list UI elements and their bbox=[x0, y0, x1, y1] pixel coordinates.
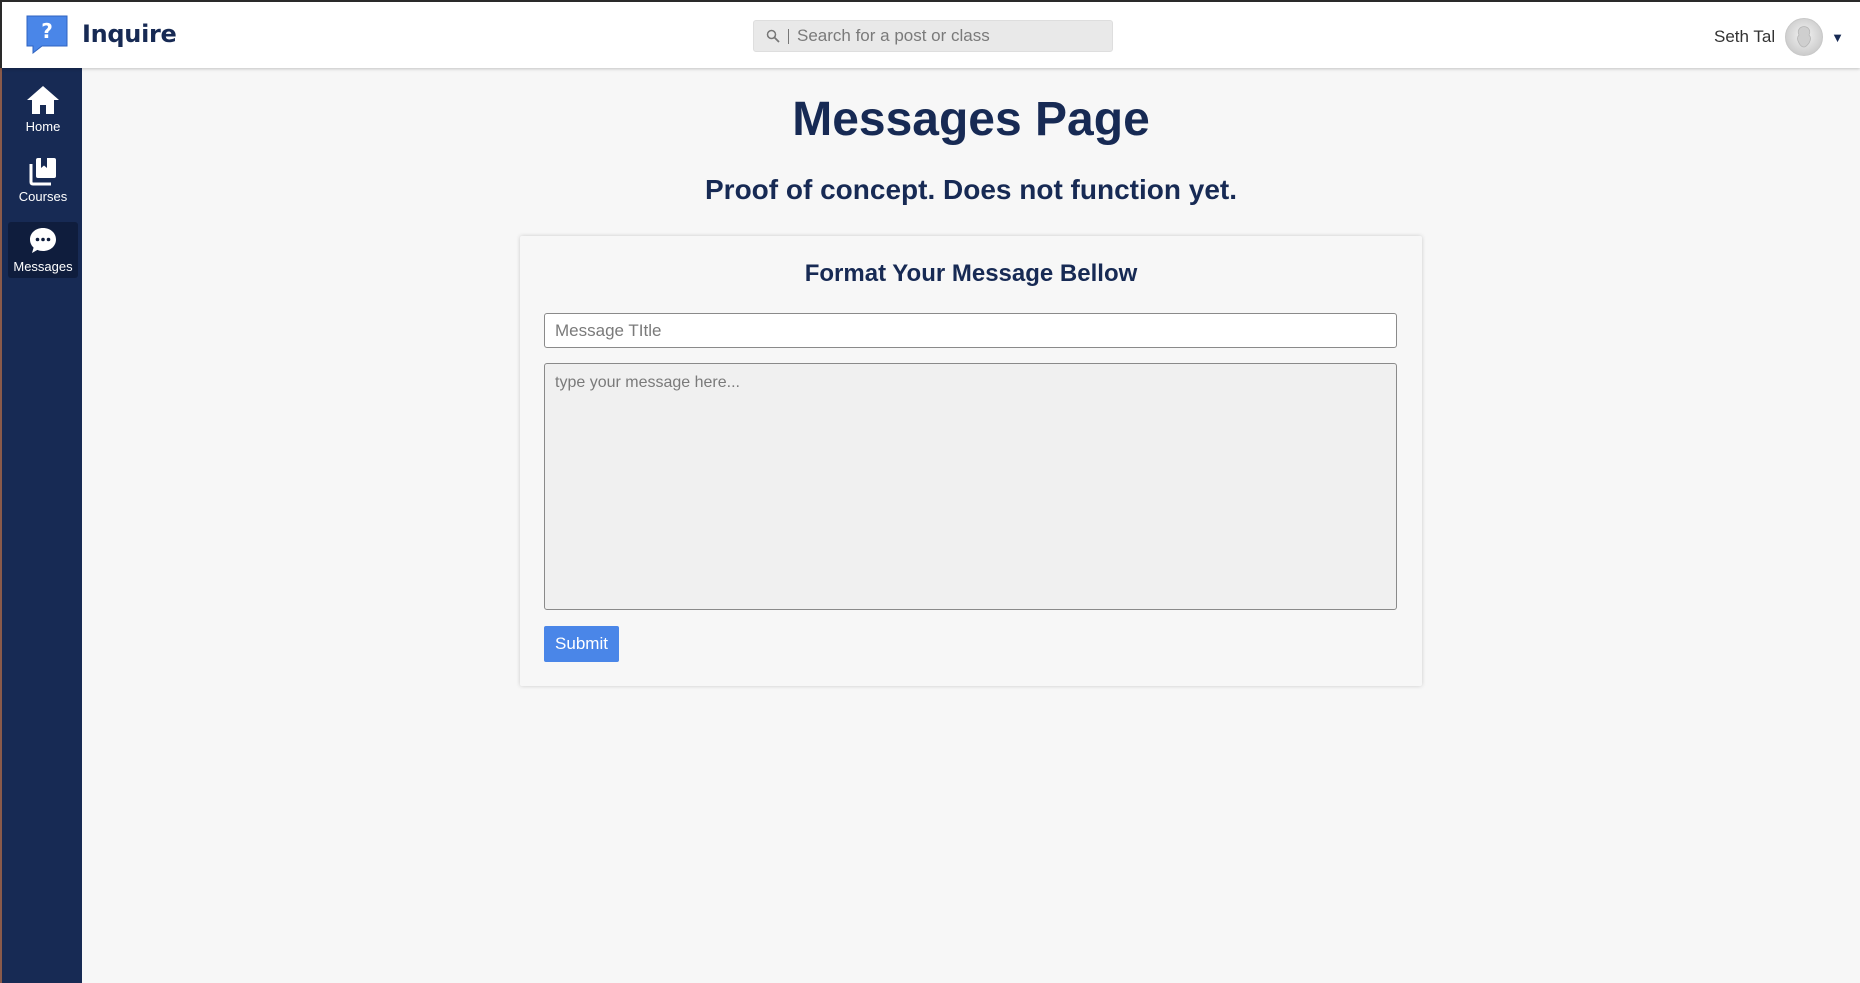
app-name: Inquire bbox=[82, 20, 177, 48]
search-input[interactable] bbox=[797, 26, 1087, 46]
question-speech-bubble-icon: ? bbox=[26, 15, 68, 54]
message-title-input[interactable] bbox=[544, 313, 1397, 348]
sidebar-item-label: Messages bbox=[13, 259, 73, 274]
home-icon bbox=[27, 86, 59, 114]
sidebar-item-messages[interactable]: Messages bbox=[8, 222, 78, 278]
top-navbar: ? Inquire Seth Tal ▼ bbox=[0, 0, 1860, 68]
sidebar-item-label: Home bbox=[25, 119, 61, 134]
search-icon bbox=[766, 29, 780, 43]
sidebar-item-label: Courses bbox=[18, 189, 68, 204]
app-logo[interactable]: ? Inquire bbox=[24, 14, 177, 54]
user-menu[interactable]: Seth Tal ▼ bbox=[1714, 18, 1844, 56]
sidebar-item-courses[interactable]: Courses bbox=[8, 156, 78, 216]
message-form-card: Format Your Message Bellow Submit bbox=[520, 236, 1422, 686]
sidebar-item-home[interactable]: Home bbox=[8, 84, 78, 144]
user-name: Seth Tal bbox=[1714, 27, 1776, 46]
search-divider bbox=[788, 28, 789, 44]
sidebar: Home Courses Messages bbox=[0, 68, 82, 983]
submit-button[interactable]: Submit bbox=[544, 626, 619, 662]
form-heading: Format Your Message Bellow bbox=[804, 260, 1138, 287]
message-body-textarea[interactable] bbox=[544, 363, 1397, 610]
page-subtitle: Proof of concept. Does not function yet. bbox=[705, 174, 1237, 205]
avatar-icon[interactable] bbox=[1785, 18, 1824, 56]
svg-text:?: ? bbox=[41, 19, 53, 43]
chat-bubble-icon bbox=[30, 228, 56, 253]
page-title: Messages Page bbox=[792, 93, 1150, 146]
caret-down-icon[interactable]: ▼ bbox=[1831, 30, 1844, 45]
search-bar[interactable] bbox=[753, 20, 1113, 52]
courses-icon bbox=[29, 158, 56, 186]
avatar-silhouette-icon bbox=[1797, 26, 1812, 48]
